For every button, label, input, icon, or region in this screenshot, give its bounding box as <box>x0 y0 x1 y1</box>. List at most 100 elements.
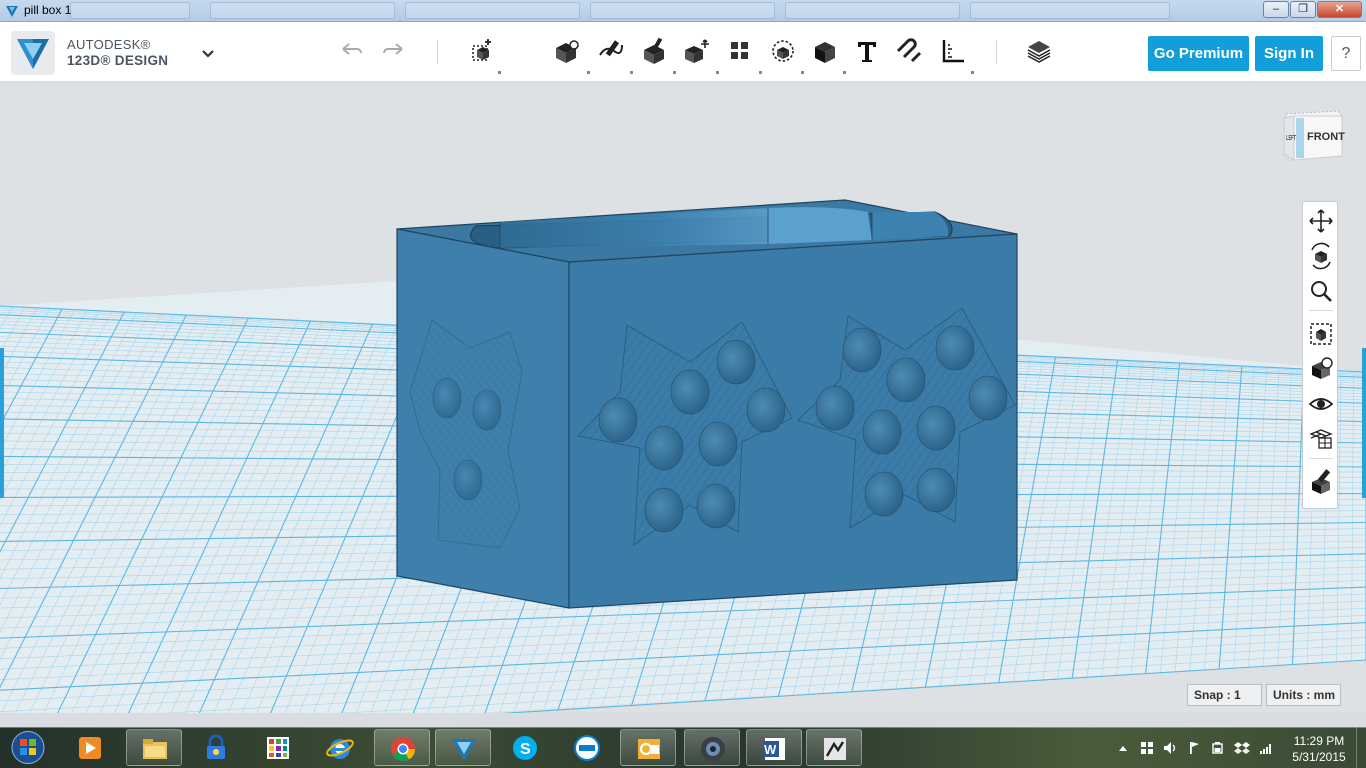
app-logo-icon <box>6 6 18 17</box>
dropdown-indicator <box>498 71 501 74</box>
chrome-icon <box>391 737 415 762</box>
dell-icon <box>574 735 600 761</box>
taskbar-apps[interactable] <box>250 729 306 766</box>
folder-icon <box>143 739 167 759</box>
product-name: 123D® DESIGN <box>67 53 169 68</box>
undo-icon[interactable] <box>337 37 365 65</box>
taskbar-workbench[interactable] <box>806 729 862 766</box>
taskbar-file-explorer[interactable] <box>126 729 182 766</box>
navigation-bar <box>1302 201 1338 509</box>
show-hidden-icons-icon[interactable] <box>1115 740 1131 756</box>
taskbar-skype[interactable]: S <box>497 729 553 766</box>
start-button[interactable] <box>8 729 48 766</box>
sketch-icon[interactable] <box>552 37 580 65</box>
fit-icon[interactable] <box>1307 320 1335 348</box>
app-logo-icon <box>11 31 55 75</box>
network-signal-icon[interactable] <box>1258 740 1274 756</box>
dropdown-indicator <box>971 71 974 74</box>
dropdown-indicator <box>630 71 633 74</box>
chevron-down-icon[interactable] <box>199 47 217 61</box>
snap-indicator[interactable]: Snap : 1 <box>1187 684 1262 706</box>
combine-icon[interactable] <box>769 37 797 65</box>
pill-box-model[interactable] <box>396 199 1018 609</box>
navbar-divider <box>1309 310 1333 311</box>
volume-icon[interactable] <box>1162 740 1178 756</box>
dropdown-indicator <box>716 71 719 74</box>
internet-explorer-icon <box>326 739 354 759</box>
workplane-scene[interactable] <box>0 83 1366 713</box>
clock-time[interactable]: 11:29 PM <box>1288 734 1350 748</box>
system-tray <box>1112 727 1282 768</box>
dropdown-indicator <box>587 71 590 74</box>
orbit-icon[interactable] <box>1307 242 1335 270</box>
123d-design-icon <box>452 739 476 761</box>
word-icon: W <box>763 738 785 760</box>
skype-icon: S <box>513 736 537 760</box>
navbar-divider <box>1309 458 1333 459</box>
window-title: pill box 1 <box>24 3 72 17</box>
viewcube-front-label[interactable]: FRONT <box>1307 131 1345 143</box>
dropbox-icon[interactable] <box>1234 740 1250 756</box>
maximize-button[interactable]: ❐ <box>1290 1 1316 18</box>
taskbar-123d-design[interactable] <box>435 729 491 766</box>
outlook-icon <box>638 739 660 759</box>
lock-icon <box>207 734 225 759</box>
zoom-icon[interactable] <box>1307 277 1335 305</box>
help-button[interactable]: ? <box>1331 36 1361 71</box>
toolbar-divider <box>996 40 997 64</box>
brand-name: AUTODESK® <box>67 37 151 52</box>
close-button[interactable]: ✕ <box>1317 1 1362 18</box>
svg-text:W: W <box>764 742 777 757</box>
material-icon[interactable] <box>1307 468 1335 496</box>
right-panel-tab[interactable] <box>1362 348 1366 498</box>
viewcube-left-label[interactable]: LEFT <box>1286 135 1296 142</box>
clock-date[interactable]: 5/31/2015 <box>1288 750 1350 764</box>
windows-flag-icon[interactable] <box>1139 740 1155 756</box>
visibility-icon[interactable] <box>1307 390 1335 418</box>
pan-icon[interactable] <box>1307 207 1335 235</box>
measure-icon[interactable] <box>939 37 967 65</box>
show-desktop-button[interactable] <box>1356 727 1366 768</box>
taskbar-chrome[interactable] <box>374 729 430 766</box>
grouping-icon[interactable] <box>726 37 754 65</box>
grid-icon[interactable] <box>1307 424 1335 452</box>
go-premium-button[interactable]: Go Premium <box>1148 36 1249 71</box>
workbench-icon <box>824 738 846 760</box>
media-player-icon <box>79 737 101 759</box>
modify-icon[interactable] <box>640 37 668 65</box>
taskbar-dell[interactable] <box>559 729 615 766</box>
view-mode-icon[interactable] <box>1307 355 1335 383</box>
taskbar-camera[interactable] <box>684 729 740 766</box>
taskbar-outlook[interactable] <box>620 729 676 766</box>
sign-in-button[interactable]: Sign In <box>1255 36 1323 71</box>
app-window: pill box 1 – ❐ ✕ AUTODESK® 123D® DESIGN <box>0 0 1366 768</box>
taskbar-word[interactable]: W <box>746 729 802 766</box>
dropdown-indicator <box>843 71 846 74</box>
primitives-icon[interactable] <box>467 37 495 65</box>
combine-solid-icon[interactable] <box>811 37 839 65</box>
taskbar-media-player[interactable] <box>62 729 118 766</box>
taskbar-internet-explorer[interactable] <box>312 729 368 766</box>
pattern-icon[interactable] <box>683 37 711 65</box>
taskbar-security[interactable] <box>188 729 244 766</box>
snap-icon[interactable] <box>896 37 924 65</box>
main-toolbar: AUTODESK® 123D® DESIGN Go Premium Sign I… <box>0 22 1366 82</box>
dropdown-indicator <box>801 71 804 74</box>
material-icon[interactable] <box>1025 37 1053 65</box>
minimize-button[interactable]: – <box>1263 1 1289 18</box>
units-indicator[interactable]: Units : mm <box>1266 684 1341 706</box>
camera-icon <box>701 737 725 761</box>
text-icon[interactable] <box>853 37 881 65</box>
dropdown-indicator <box>673 71 676 74</box>
construct-icon[interactable] <box>596 37 624 65</box>
left-panel-tab[interactable] <box>0 348 4 498</box>
toolbar-divider <box>437 40 438 64</box>
apps-grid-icon <box>267 737 289 759</box>
redo-icon[interactable] <box>380 37 408 65</box>
action-center-icon[interactable] <box>1186 740 1202 756</box>
battery-icon[interactable] <box>1210 740 1226 756</box>
windows-taskbar: S W 11:29 PM 5/31/2015 <box>0 727 1366 768</box>
view-cube[interactable]: FRONT LEFT <box>1280 108 1346 168</box>
3d-viewport[interactable]: FRONT LEFT Snap: 1 Units: mm <box>0 83 1366 713</box>
